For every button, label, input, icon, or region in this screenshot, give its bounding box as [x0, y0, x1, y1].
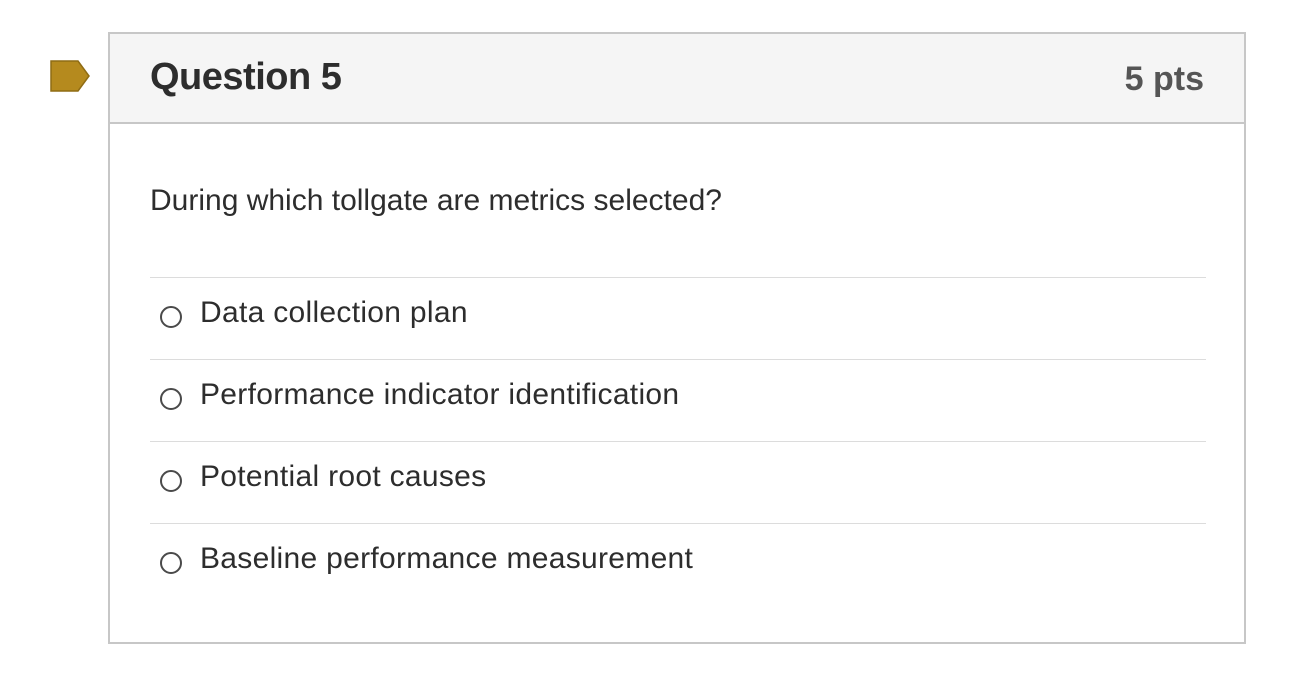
- question-header: Question 5 5 pts: [110, 34, 1244, 124]
- radio-button[interactable]: [160, 306, 182, 328]
- answer-label: Performance indicator identification: [200, 378, 680, 411]
- question-card: Question 5 5 pts During which tollgate a…: [108, 32, 1246, 644]
- answer-label: Potential root causes: [200, 460, 487, 493]
- answer-option[interactable]: Data collection plan: [150, 277, 1206, 359]
- answer-list: Data collection plan Performance indicat…: [150, 277, 1206, 605]
- question-text: During which tollgate are metrics select…: [150, 184, 722, 217]
- question-points: 5 pts: [1124, 60, 1204, 98]
- answer-option[interactable]: Potential root causes: [150, 441, 1206, 523]
- radio-button[interactable]: [160, 388, 182, 410]
- radio-button[interactable]: [160, 470, 182, 492]
- answer-label: Baseline performance measurement: [200, 542, 694, 575]
- bookmark-flag-icon[interactable]: [50, 60, 90, 92]
- answer-label: Data collection plan: [200, 296, 468, 329]
- question-title: Question 5: [150, 56, 342, 98]
- answer-option[interactable]: Performance indicator identification: [150, 359, 1206, 441]
- radio-button[interactable]: [160, 552, 182, 574]
- answer-option[interactable]: Baseline performance measurement: [150, 523, 1206, 605]
